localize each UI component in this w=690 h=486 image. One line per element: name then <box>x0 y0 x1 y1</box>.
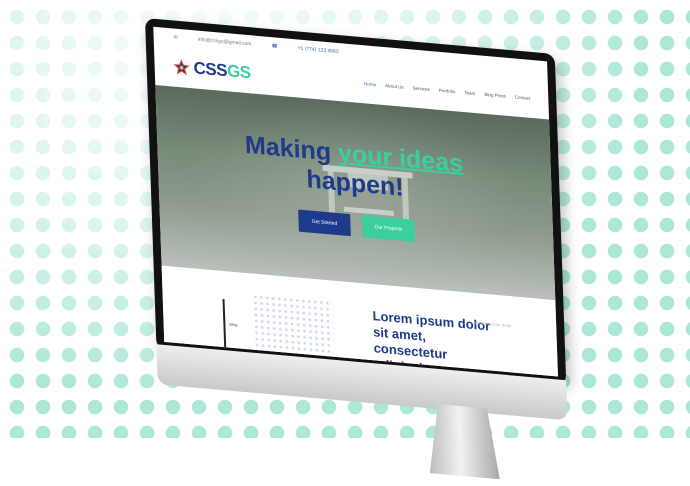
monitor-screen: ✉ info@cssgs@gmail.com ☎ +1 (774) 123 45… <box>153 26 558 377</box>
nav-item-contact[interactable]: Contact <box>515 94 531 100</box>
nav-item-home[interactable]: Home <box>364 81 376 87</box>
logo-star-icon <box>172 57 191 77</box>
nav-item-team[interactable]: Team <box>464 90 475 96</box>
get-started-button[interactable]: Get Started <box>298 209 351 237</box>
main-navigation: Home About Us Services Portfolio Team Bl… <box>364 81 530 101</box>
monitor-bezel: ✉ info@cssgs@gmail.com ☎ +1 (774) 123 45… <box>145 18 567 386</box>
nav-item-blog[interactable]: Blog Posts <box>484 91 506 98</box>
nav-item-portfolio[interactable]: Portfolio <box>439 87 456 93</box>
email-icon: ✉ <box>173 34 178 41</box>
our-projects-button[interactable]: Our Projects <box>362 215 415 242</box>
hero-section: Making your ideas happen! Get Started Ou… <box>155 84 556 301</box>
nav-item-about[interactable]: About Us <box>385 83 404 90</box>
phone-icon: ☎ <box>271 43 278 50</box>
section-tag: Blog <box>229 321 238 328</box>
site-logo[interactable]: CSSGS <box>172 56 251 83</box>
topbar-phone[interactable]: +1 (774) 123 4562 <box>298 45 339 55</box>
desktop-monitor: ✉ info@cssgs@gmail.com ☎ +1 (774) 123 45… <box>145 18 568 386</box>
logo-text: CSSGS <box>193 58 251 83</box>
topbar-email[interactable]: info@cssgs@gmail.com <box>198 37 252 48</box>
nav-item-services[interactable]: Services <box>413 85 430 92</box>
section-dot-pattern <box>252 293 335 361</box>
